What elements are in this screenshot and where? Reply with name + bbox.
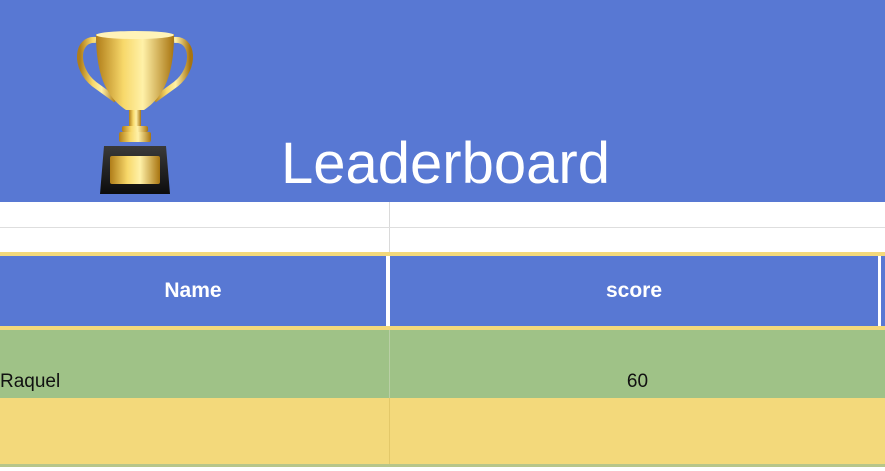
table-header-row: Name score [0, 252, 885, 330]
blank-cell[interactable] [390, 228, 885, 252]
page-title: Leaderboard [281, 131, 610, 196]
blank-cell[interactable] [390, 202, 885, 227]
name-cell[interactable]: Raquel [0, 330, 390, 398]
table-row [0, 202, 885, 228]
column-header-score[interactable]: score [390, 256, 881, 326]
table-row [0, 228, 885, 252]
score-cell[interactable] [390, 398, 885, 464]
blank-cell[interactable] [0, 202, 390, 227]
name-cell[interactable] [0, 398, 390, 464]
blank-cell[interactable] [0, 228, 390, 252]
column-header-name[interactable]: Name [0, 256, 390, 326]
table-row [0, 398, 885, 467]
leaderboard-banner: Leaderboard [0, 0, 885, 202]
score-cell[interactable]: 60 [390, 330, 885, 398]
table-row: Raquel 60 [0, 330, 885, 398]
